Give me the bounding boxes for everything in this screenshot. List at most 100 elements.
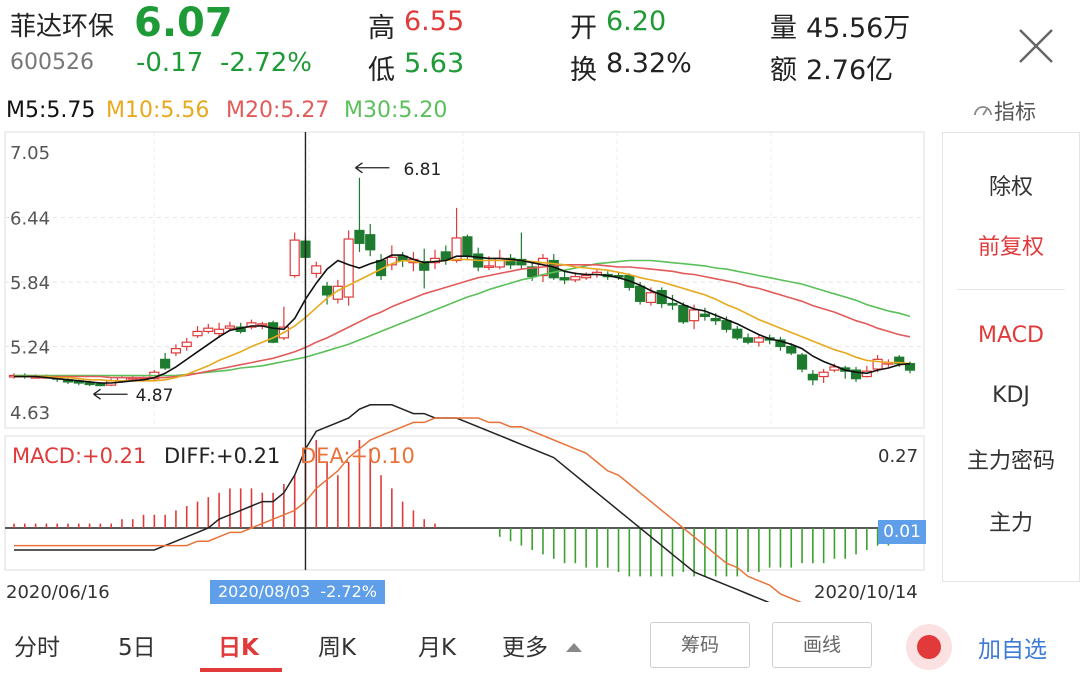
candle-body xyxy=(656,289,667,305)
price-tick-label: 7.05 xyxy=(10,143,50,164)
candle-body xyxy=(581,274,592,279)
candle-body xyxy=(462,236,473,257)
candle-body xyxy=(95,383,106,387)
low-value: 5.63 xyxy=(404,48,465,79)
diff-value-label: DIFF:+0.21 xyxy=(164,444,281,468)
stock-code: 600526 xyxy=(10,50,94,75)
current-price: 6.07 xyxy=(134,0,233,46)
dea-value-label: DEA:+0.10 xyxy=(300,444,415,468)
option-forward-adjusted[interactable]: 前复权 xyxy=(943,229,1079,261)
price-panel-frame xyxy=(4,131,925,429)
candle-body xyxy=(796,354,808,370)
chart-options-panel: 除权 前复权 MACD KDJ 主力密码 主力 xyxy=(942,132,1080,582)
candle-body xyxy=(181,341,192,348)
candle-body xyxy=(365,234,376,251)
tab-5day[interactable]: 5日 xyxy=(118,628,156,662)
close-button[interactable] xyxy=(1014,24,1058,68)
option-main-force[interactable]: 主力 xyxy=(943,505,1079,537)
ma20-label: M20:5.27 xyxy=(226,98,330,123)
candle-body xyxy=(559,277,570,281)
high-value: 6.55 xyxy=(404,6,465,37)
ma5-label: M5:5.75 xyxy=(6,98,96,123)
cursor-date: 2020/08/03 xyxy=(218,582,311,601)
candle-body xyxy=(289,239,300,277)
candle-body xyxy=(635,285,646,302)
turnover-value: 8.32% xyxy=(606,48,692,79)
tab-daily-k[interactable]: 日K xyxy=(218,628,259,662)
tab-intraday[interactable]: 分时 xyxy=(14,628,60,662)
record-button[interactable] xyxy=(906,624,952,670)
candle-body xyxy=(354,229,365,244)
turnover-label: 换 xyxy=(570,55,597,86)
candle-body xyxy=(710,317,721,322)
indicator-button[interactable]: 指标 xyxy=(972,96,1036,126)
kline-chart[interactable]: 7.05 6.44 5.84 5.24 4.63 6.81 4.87 xyxy=(0,130,940,602)
cursor-date-tag: 2020/08/03 -2.72% xyxy=(210,580,385,604)
option-macd[interactable]: MACD xyxy=(943,323,1079,348)
candle-body xyxy=(688,309,700,322)
candle-body xyxy=(321,285,333,296)
candle-body xyxy=(160,358,171,369)
candle-body xyxy=(807,373,818,381)
candle-body xyxy=(699,313,710,317)
price-tick-label: 4.63 xyxy=(10,403,50,424)
macd-top-value: 0.27 xyxy=(878,446,919,467)
candle-body xyxy=(678,305,689,323)
candle-body xyxy=(818,371,829,378)
panel-divider xyxy=(957,289,1065,290)
gauge-icon xyxy=(974,106,992,116)
ma10-label: M10:5.56 xyxy=(106,98,210,123)
indicator-label: 指标 xyxy=(994,100,1036,124)
candle-body xyxy=(483,265,495,268)
dea-line xyxy=(14,417,803,602)
zero-line-badge: 0.01 xyxy=(878,520,926,544)
price-tick-label: 5.24 xyxy=(10,337,50,358)
candle-body xyxy=(645,292,657,304)
stock-name: 菲达环保 xyxy=(10,12,115,42)
ma10-line xyxy=(14,258,911,382)
volume-label: 量 xyxy=(770,13,797,44)
diff-line xyxy=(14,404,770,602)
start-date: 2020/06/16 xyxy=(6,582,110,603)
close-icon xyxy=(1019,29,1053,63)
price-change: -0.17 xyxy=(136,48,204,78)
open-value: 6.20 xyxy=(606,6,667,37)
tab-monthly-k[interactable]: 月K xyxy=(418,628,456,662)
tab-more[interactable]: 更多 xyxy=(502,628,583,662)
option-main-code[interactable]: 主力密码 xyxy=(943,443,1079,475)
candle-body xyxy=(203,327,214,333)
candle-body xyxy=(440,251,451,261)
chip-button[interactable]: 筹码 xyxy=(650,622,750,668)
price-tick-label: 5.84 xyxy=(10,273,50,294)
candle-body xyxy=(742,337,754,343)
option-ex-rights[interactable]: 除权 xyxy=(943,169,1079,201)
candle-body xyxy=(343,238,354,298)
candle-body xyxy=(570,276,581,281)
candle-body xyxy=(224,325,236,329)
ma30-line xyxy=(14,259,911,377)
low-label: 低 xyxy=(368,55,395,86)
candle-body xyxy=(192,330,203,337)
add-watchlist-button[interactable]: 加自选 xyxy=(978,630,1047,664)
option-kdj[interactable]: KDJ xyxy=(943,383,1079,408)
volume-value: 45.56万 xyxy=(806,13,911,44)
amount-value: 2.76亿 xyxy=(806,55,894,86)
candle-body xyxy=(732,328,743,339)
min-price-annotation: 4.87 xyxy=(136,386,174,406)
price-tick-label: 6.44 xyxy=(10,209,50,230)
high-label: 高 xyxy=(368,13,395,44)
tab-weekly-k[interactable]: 周K xyxy=(318,628,356,662)
draw-line-button[interactable]: 画线 xyxy=(772,622,872,668)
candle-body xyxy=(84,382,95,386)
candle-body xyxy=(494,257,505,268)
candle-body xyxy=(667,302,678,306)
active-tab-indicator xyxy=(200,668,282,672)
max-price-annotation: 6.81 xyxy=(403,160,441,180)
record-dot-icon xyxy=(917,635,941,659)
caret-up-icon xyxy=(566,643,583,652)
open-label: 开 xyxy=(570,13,597,44)
cursor-change-pct: -2.72% xyxy=(320,582,377,601)
macd-value-label: MACD:+0.21 xyxy=(12,444,147,468)
candle-body xyxy=(311,265,322,275)
tab-more-label: 更多 xyxy=(502,635,548,661)
